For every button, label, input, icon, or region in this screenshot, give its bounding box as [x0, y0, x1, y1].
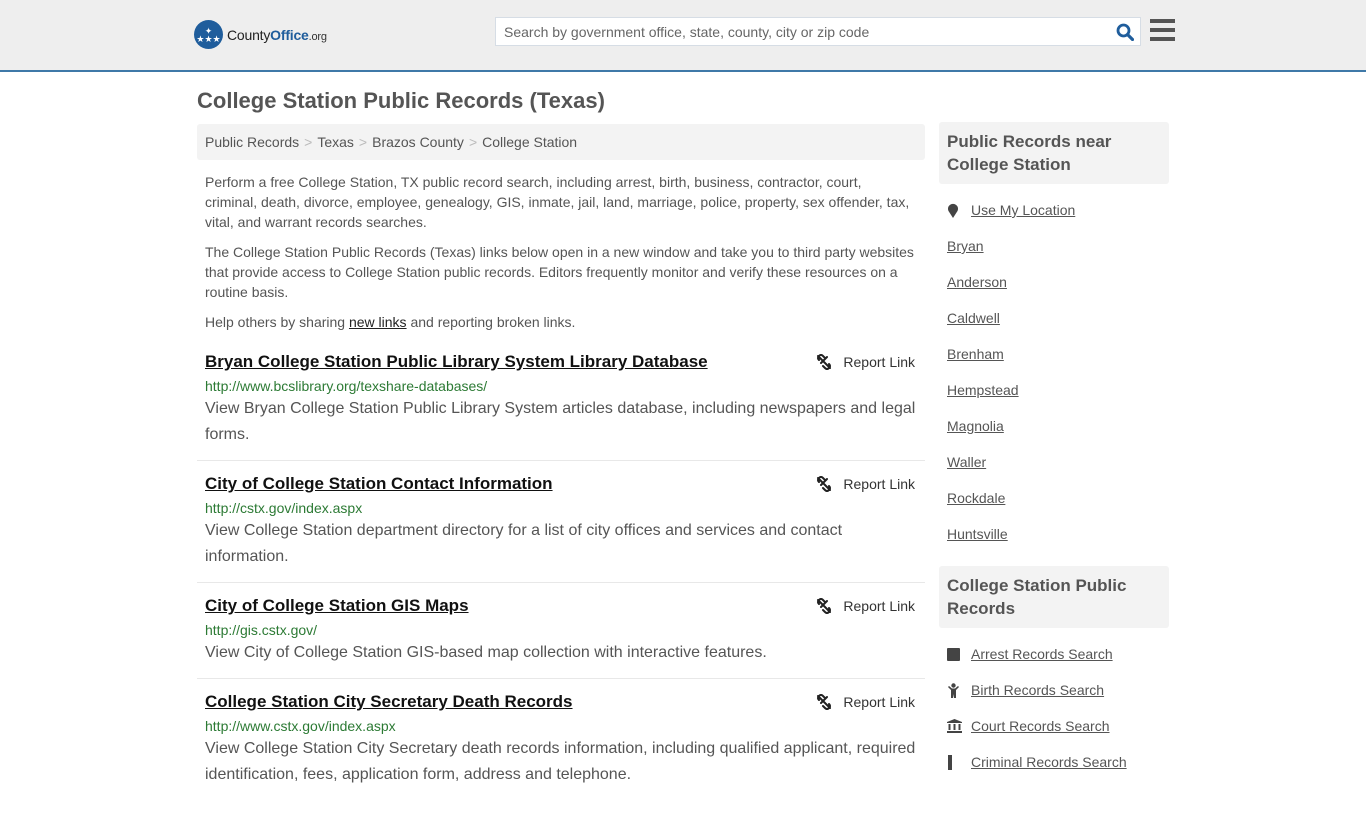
logo-tld: .org: [308, 30, 327, 43]
report-link-button[interactable]: Report Link: [816, 694, 915, 710]
map-pin-icon: [947, 203, 971, 218]
breadcrumb-texas[interactable]: Texas: [317, 134, 354, 150]
nearby-item: Waller: [947, 444, 1161, 480]
use-my-location-link[interactable]: Use My Location: [971, 202, 1075, 218]
record-item: City of College Station Contact Informat…: [197, 474, 925, 583]
intro-paragraph: The College Station Public Records (Texa…: [205, 244, 914, 300]
birth-records-link[interactable]: Birth Records Search: [971, 682, 1104, 698]
use-location-item: Use My Location: [947, 192, 1161, 228]
record-url: http://www.bcslibrary.org/texshare-datab…: [205, 378, 488, 394]
record-title-link[interactable]: College Station City Secretary Death Rec…: [205, 692, 573, 712]
record-title-link[interactable]: City of College Station GIS Maps: [205, 596, 469, 616]
search-bar: [495, 17, 1141, 46]
breadcrumb-college-station: College Station: [482, 134, 578, 150]
search-icon[interactable]: [1110, 18, 1140, 45]
search-input[interactable]: [496, 18, 1110, 45]
records-heading: College Station Public Records: [939, 566, 1169, 628]
record-description: View Bryan College Station Public Librar…: [205, 400, 916, 443]
nearby-item: Huntsville: [947, 516, 1161, 552]
main-content: Public Records > Texas > Brazos County > Colle…: [197, 124, 925, 813]
breadcrumb-separator: >: [358, 134, 368, 150]
record-item: City of College Station GIS Maps Report …: [197, 596, 925, 679]
nearby-link-magnolia[interactable]: Magnolia: [947, 418, 1004, 434]
nearby-link-rockdale[interactable]: Rockdale: [947, 490, 1005, 506]
breadcrumb-separator: >: [304, 134, 313, 150]
breadcrumb: Public Records > Texas > Brazos County > Colle…: [197, 124, 925, 160]
page-title: College Station Public Records (Texas): [197, 88, 605, 113]
nearby-item: Magnolia: [947, 408, 1161, 444]
share-links-paragraph: Help others by sharing new links and rep…: [205, 314, 576, 330]
broken-link-icon: [817, 694, 832, 710]
courthouse-icon: [947, 719, 971, 733]
nearby-link-caldwell[interactable]: Caldwell: [947, 310, 1000, 326]
broken-link-icon: [817, 354, 832, 370]
site-header: ✦ ★★★ CountyOffice.org: [0, 0, 1366, 72]
record-url: http://cstx.gov/index.aspx: [205, 500, 363, 516]
report-link-button[interactable]: Report Link: [816, 476, 915, 492]
nearby-item: Rockdale: [947, 480, 1161, 516]
nearby-item: Brenham: [947, 336, 1161, 372]
intro-text: Perform a free College Station, TX publi…: [197, 172, 925, 332]
nearby-link-anderson[interactable]: Anderson: [947, 274, 1007, 290]
records-list: Bryan College Station Public Library Sys…: [197, 352, 925, 800]
arrest-records-link[interactable]: Arrest Records Search: [971, 646, 1113, 662]
nearby-link-huntsville[interactable]: Huntsville: [947, 526, 1008, 542]
breadcrumb-brazos-county[interactable]: Brazos County: [372, 134, 464, 150]
record-type-item: Court Records Search: [947, 708, 1161, 744]
logo-county: County: [227, 26, 271, 43]
report-link-button[interactable]: Report Link: [816, 598, 915, 614]
nearby-item: Hempstead: [947, 372, 1161, 408]
record-url: http://www.cstx.gov/index.aspx: [205, 718, 396, 734]
square-icon: [947, 647, 971, 661]
hamburger-menu-icon[interactable]: [1150, 19, 1175, 41]
new-links-link[interactable]: new links: [349, 314, 407, 330]
breadcrumb-public-records[interactable]: Public Records: [205, 134, 299, 150]
report-link-button[interactable]: Report Link: [816, 354, 915, 370]
nearby-item: Caldwell: [947, 300, 1161, 336]
record-type-item: Birth Records Search: [947, 672, 1161, 708]
broken-link-icon: [817, 598, 832, 614]
nearby-heading: Public Records near College Station: [939, 122, 1169, 184]
nearby-item: Bryan: [947, 228, 1161, 264]
record-types-list: Arrest Records Search Birth Records Sear…: [939, 628, 1169, 780]
baby-icon: [947, 682, 971, 698]
record-url: http://gis.cstx.gov/: [205, 622, 318, 638]
nearby-link-hempstead[interactable]: Hempstead: [947, 382, 1019, 398]
nearby-link-waller[interactable]: Waller: [947, 454, 986, 470]
record-item: Bryan College Station Public Library Sys…: [197, 352, 925, 461]
broken-link-icon: [817, 476, 832, 492]
record-type-item: Arrest Records Search: [947, 636, 1161, 672]
eagle-logo-icon: ✦ ★★★: [194, 20, 223, 49]
intro-paragraph: Perform a free College Station, TX publi…: [205, 174, 910, 230]
record-item: College Station City Secretary Death Rec…: [197, 692, 925, 800]
court-records-link[interactable]: Court Records Search: [971, 718, 1110, 734]
nearby-link-bryan[interactable]: Bryan: [947, 238, 984, 254]
record-description: View College Station City Secretary deat…: [205, 740, 916, 783]
breadcrumb-separator: >: [468, 134, 478, 150]
nearby-item: Anderson: [947, 264, 1161, 300]
criminal-icon: [947, 754, 971, 770]
nearby-list: Use My Location Bryan Anderson Caldwell …: [939, 184, 1169, 552]
nearby-link-brenham[interactable]: Brenham: [947, 346, 1004, 362]
record-title-link[interactable]: City of College Station Contact Informat…: [205, 474, 553, 494]
logo-office: Office: [270, 26, 309, 43]
record-type-item: Criminal Records Search: [947, 744, 1161, 780]
sidebar: Public Records near College Station Use …: [939, 122, 1169, 780]
site-logo[interactable]: ✦ ★★★ CountyOffice.org: [194, 20, 327, 49]
record-description: View College Station department director…: [205, 522, 843, 565]
record-description: View City of College Station GIS-based m…: [205, 644, 767, 661]
record-title-link[interactable]: Bryan College Station Public Library Sys…: [205, 352, 708, 372]
